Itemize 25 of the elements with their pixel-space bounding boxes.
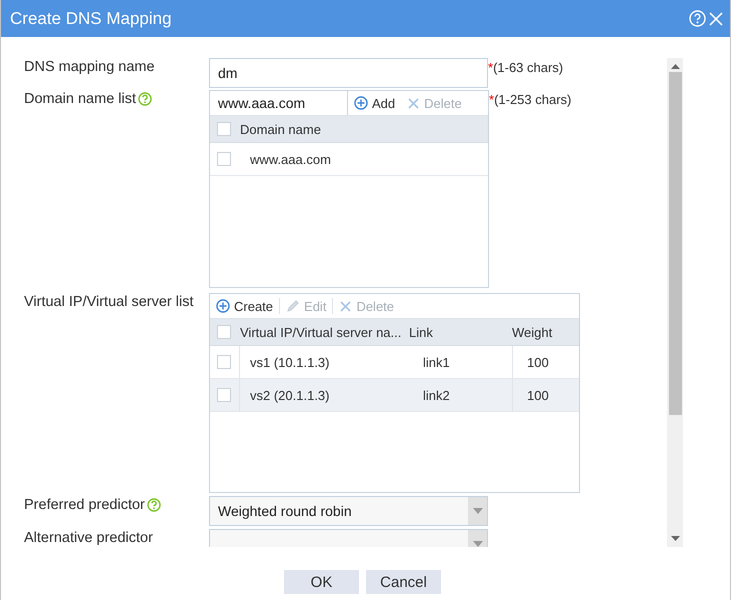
window-title: Create DNS Mapping bbox=[10, 8, 173, 28]
column-header: Weight bbox=[512, 324, 552, 340]
mapping-name-field[interactable]: dm bbox=[209, 58, 488, 88]
field-hint: *(1-253 chars) bbox=[489, 91, 572, 107]
cancel-button[interactable]: Cancel bbox=[366, 570, 441, 594]
field-label: Preferred predictor bbox=[24, 497, 145, 513]
field-label: DNS mapping name bbox=[24, 59, 155, 75]
predictor-dropdown[interactable]: Weighted round robin bbox=[209, 496, 488, 526]
table-cell: link2 bbox=[423, 388, 450, 402]
field-hint: *(1-63 chars) bbox=[488, 59, 564, 75]
field-label: Alternative predictor bbox=[24, 530, 153, 546]
ok-button[interactable]: OK bbox=[284, 570, 359, 594]
column-header: Domain name bbox=[240, 122, 321, 136]
add-button[interactable]: Create bbox=[210, 295, 280, 317]
column-header: Link bbox=[409, 324, 433, 340]
table-cell: vs2 (20.1.1.3) bbox=[250, 388, 330, 402]
table-cell: www.aaa.com bbox=[250, 152, 331, 166]
column-header: Virtual IP/Virtual server na... bbox=[240, 324, 402, 340]
table-cell: link1 bbox=[423, 354, 450, 370]
table-cell: vs1 (10.1.1.3) bbox=[250, 354, 330, 370]
field-label: Domain name list bbox=[24, 91, 136, 107]
add-button[interactable]: Add bbox=[348, 92, 402, 114]
table-cell: 100 bbox=[527, 354, 549, 370]
table-cell: 100 bbox=[527, 388, 549, 402]
field-label: Virtual IP/Virtual server list bbox=[24, 294, 194, 310]
